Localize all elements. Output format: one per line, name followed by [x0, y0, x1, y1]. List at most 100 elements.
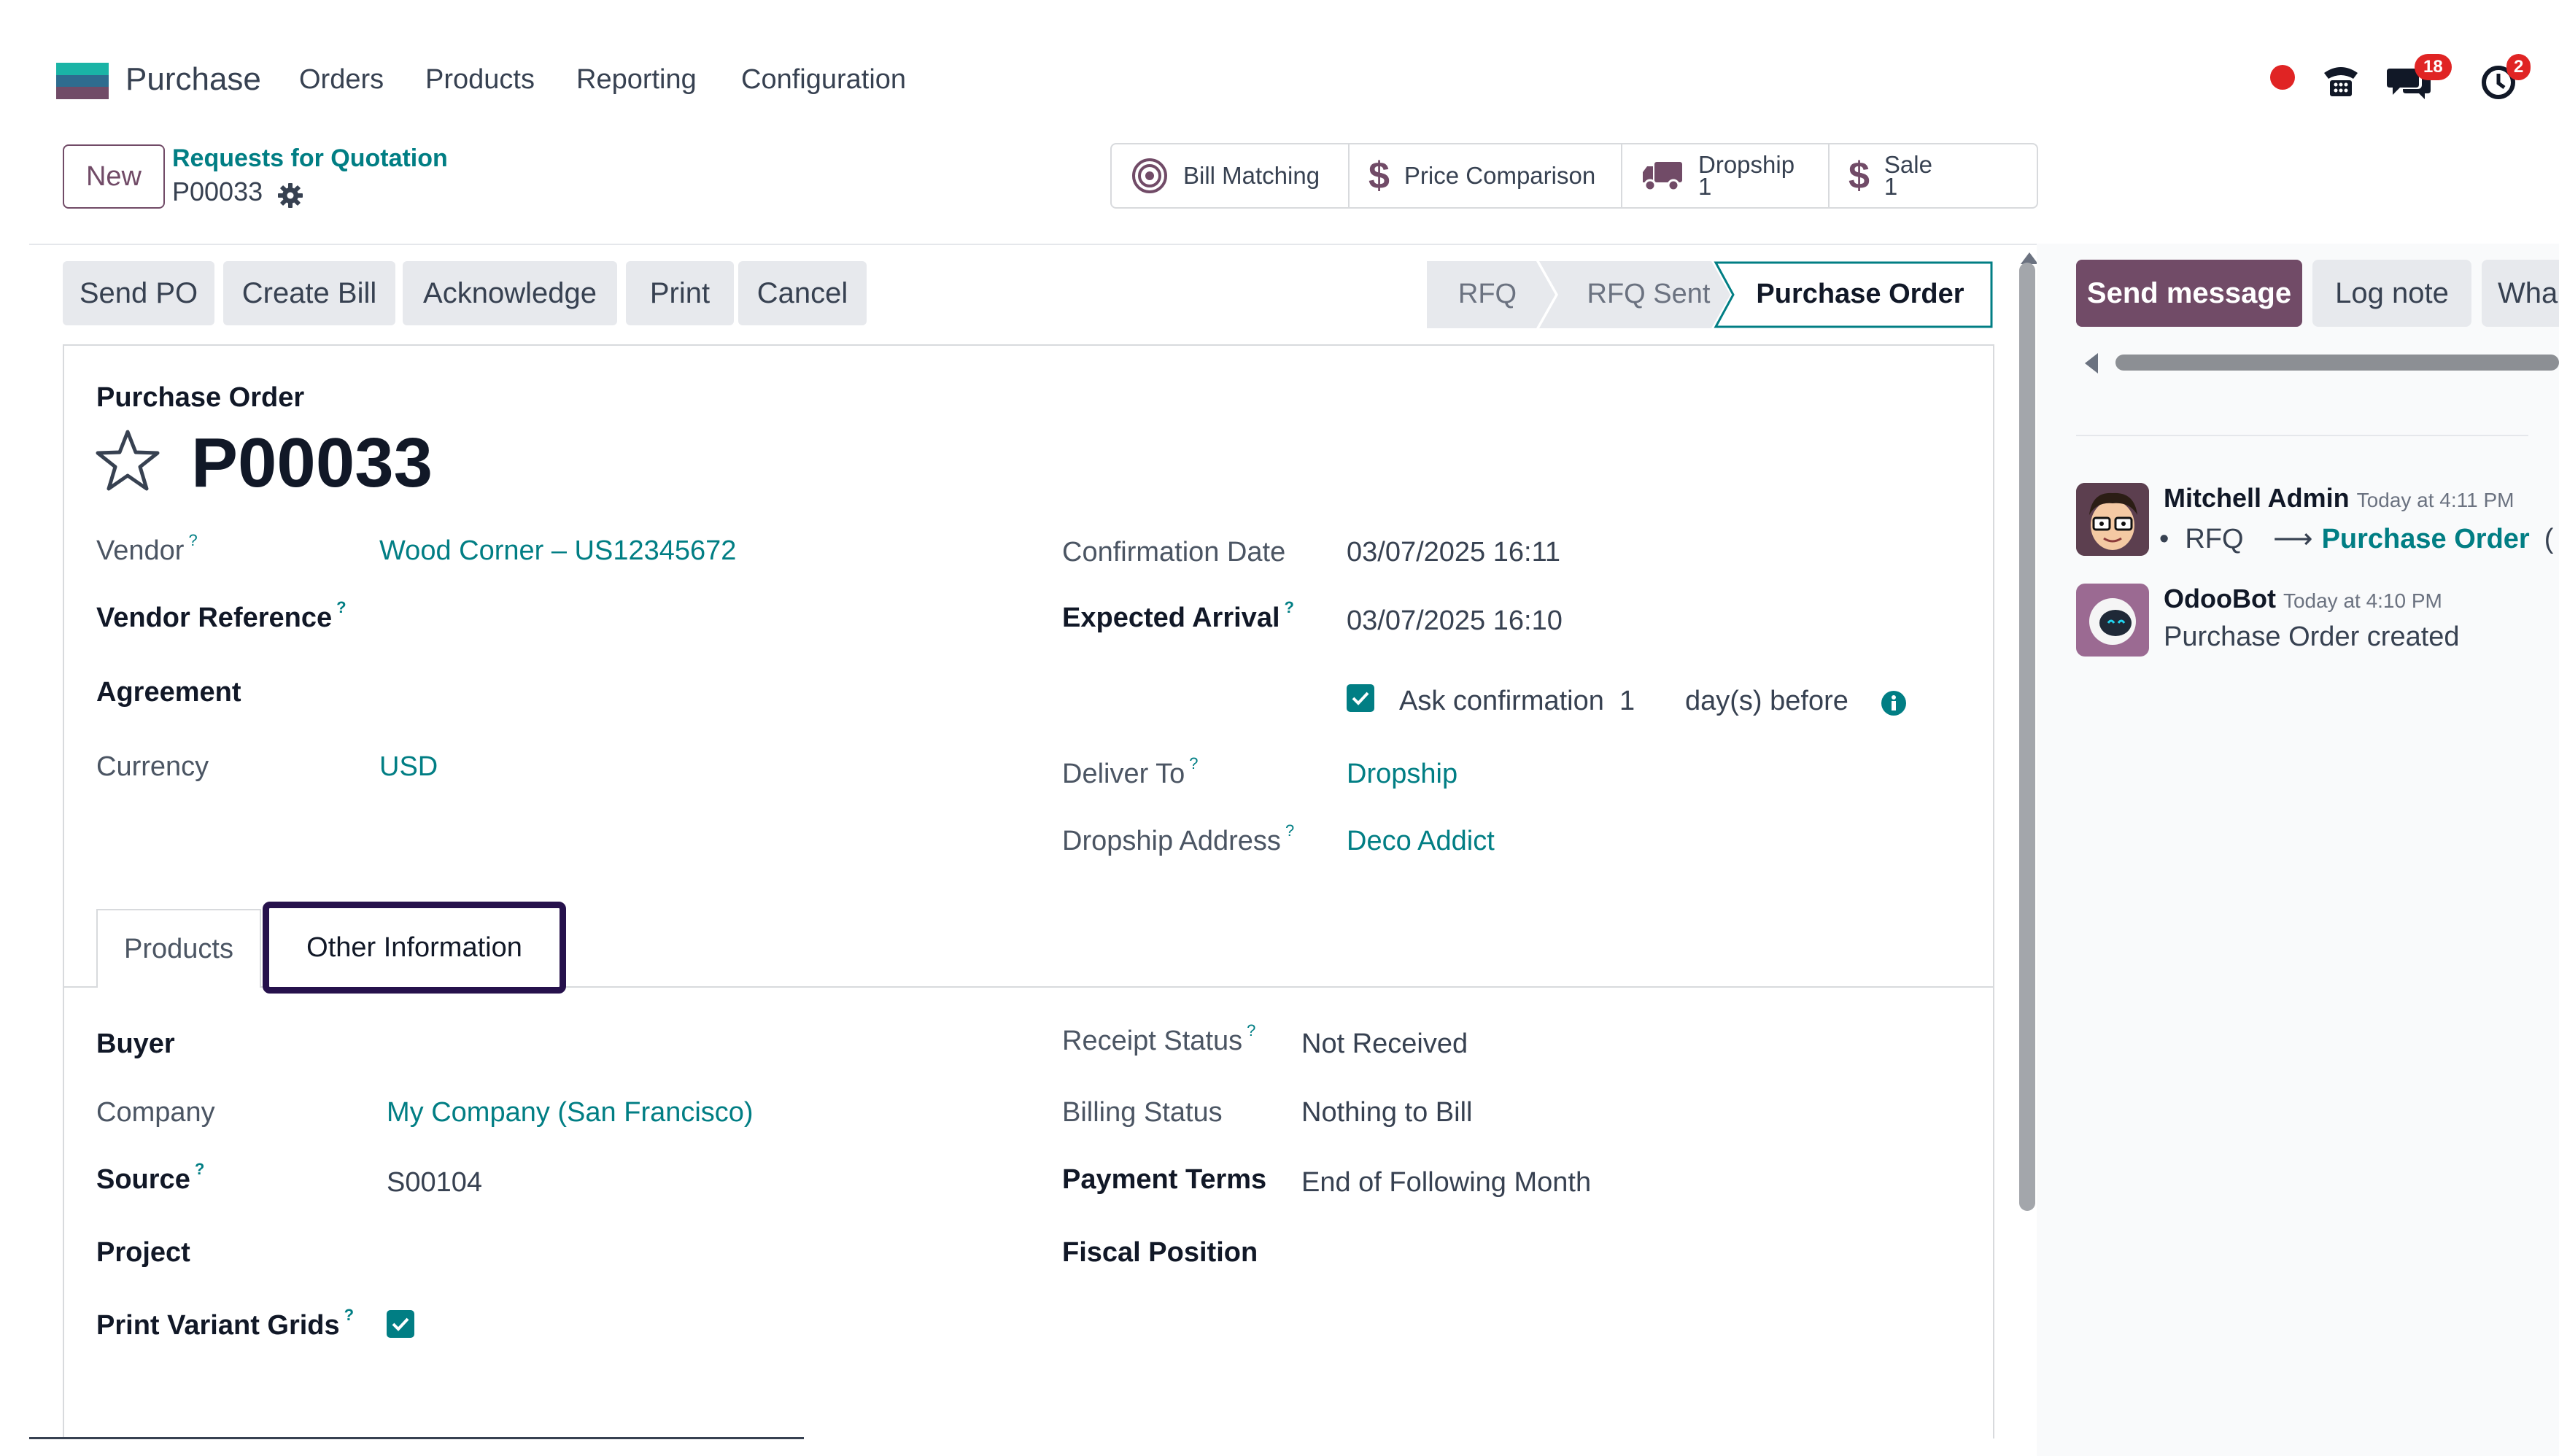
expected-arrival-field[interactable]: 03/07/2025 16:10	[1347, 605, 1563, 637]
new-button[interactable]: New	[63, 144, 165, 209]
arrow-right-icon: ⟶	[2273, 524, 2313, 554]
gear-icon[interactable]	[277, 182, 303, 209]
dropship-address-field[interactable]: Deco Addict	[1347, 826, 1495, 857]
stage-purchase-order[interactable]: Purchase Order	[1751, 261, 1970, 327]
stage-rfq-sent[interactable]: RFQ Sent	[1568, 261, 1729, 327]
tracking-line: • RFQ ⟶ Purchase Order(	[2159, 524, 2554, 554]
purchase-app-icon	[56, 63, 109, 99]
vendor-reference-label: Vendor Reference?	[96, 598, 347, 633]
deliver-to-field[interactable]: Dropship	[1347, 759, 1457, 790]
buyer-label: Buyer	[96, 1029, 175, 1059]
form-sheet	[63, 344, 1994, 1438]
print-variant-grids-label: Print Variant Grids?	[96, 1306, 355, 1341]
bill-matching-button[interactable]: Bill Matching	[1112, 144, 1350, 207]
message-time: Today at 4:10 PM	[2283, 589, 2442, 612]
chatter-panel	[2037, 244, 2559, 1456]
recording-indicator-icon[interactable]	[2270, 65, 2295, 90]
message-author[interactable]: OdooBot Today at 4:10 PM	[2164, 584, 2442, 614]
receipt-status-field: Not Received	[1301, 1029, 1468, 1059]
project-label: Project	[96, 1237, 190, 1268]
vendor-reference-field[interactable]	[379, 598, 963, 639]
expected-arrival-label: Expected Arrival?	[1062, 598, 1294, 633]
fiscal-position-label: Fiscal Position	[1062, 1237, 1258, 1268]
avatar[interactable]	[2076, 483, 2149, 556]
check-icon	[1352, 692, 1369, 705]
vendor-field[interactable]: Wood Corner – US12345672	[379, 535, 736, 567]
chatter-divider	[2076, 435, 2528, 436]
payment-terms-field[interactable]: End of Following Month	[1301, 1167, 1591, 1199]
log-note-button[interactable]: Log note	[2312, 260, 2471, 327]
message-author[interactable]: Mitchell Admin Today at 4:11 PM	[2164, 483, 2515, 514]
confirmation-date-field[interactable]: 03/07/2025 16:11	[1347, 537, 1560, 568]
bottom-divider	[29, 1437, 804, 1439]
company-label: Company	[96, 1097, 215, 1128]
scroll-left-icon[interactable]	[2085, 353, 2098, 373]
menu-orders[interactable]: Orders	[299, 64, 384, 96]
tracking-to: Purchase Order	[2321, 524, 2530, 554]
send-po-button[interactable]: Send PO	[63, 261, 214, 325]
app-name[interactable]: Purchase	[125, 61, 261, 98]
dollar-icon: $	[1848, 155, 1870, 197]
company-field[interactable]: My Company (San Francisco)	[387, 1097, 754, 1128]
print-button[interactable]: Print	[626, 261, 734, 325]
menu-configuration[interactable]: Configuration	[741, 64, 906, 96]
acknowledge-button[interactable]: Acknowledge	[403, 261, 617, 325]
project-field[interactable]	[387, 1233, 970, 1274]
currency-field[interactable]: USD	[379, 751, 438, 783]
agreement-label: Agreement	[96, 677, 241, 708]
cancel-button[interactable]: Cancel	[738, 261, 867, 325]
create-bill-button[interactable]: Create Bill	[223, 261, 395, 325]
source-label: Source?	[96, 1160, 205, 1195]
agreement-field[interactable]	[379, 673, 963, 713]
tab-products[interactable]: Products	[96, 909, 261, 988]
stage-rfq[interactable]: RFQ	[1427, 261, 1548, 327]
price-comparison-label: Price Comparison	[1404, 162, 1596, 189]
dropship-button[interactable]: Dropship 1	[1622, 144, 1830, 207]
buyer-field[interactable]	[387, 1024, 970, 1065]
currency-label: Currency	[96, 751, 209, 782]
print-variant-grids-checkbox[interactable]	[387, 1310, 414, 1338]
vendor-label: Vendor?	[96, 531, 198, 566]
ask-confirmation-days[interactable]: 1	[1619, 686, 1635, 717]
message-body: Purchase Order created	[2164, 621, 2460, 652]
receipt-status-label: Receipt Status?	[1062, 1021, 1256, 1056]
form-scrollbar[interactable]	[2019, 263, 2035, 1211]
dropship-count: 1	[1698, 173, 1712, 200]
ask-confirmation-suffix: day(s) before	[1685, 686, 1848, 716]
doc-type-label: Purchase Order	[96, 382, 305, 413]
price-comparison-button[interactable]: $ Price Comparison	[1350, 144, 1622, 207]
sale-count: 1	[1884, 173, 1898, 200]
messages-badge: 18	[2415, 54, 2452, 80]
menu-products[interactable]: Products	[425, 64, 535, 96]
avatar[interactable]	[2076, 584, 2149, 657]
payment-terms-label: Payment Terms	[1062, 1164, 1267, 1195]
whatsapp-button[interactable]: Wha	[2482, 260, 2559, 327]
ask-confirmation-label: Ask confirmation	[1399, 686, 1604, 716]
smart-buttons: Bill Matching $ Price Comparison Dropshi…	[1110, 143, 2038, 209]
record-name[interactable]: P00033	[191, 423, 433, 503]
confirmation-date-label: Confirmation Date	[1062, 537, 1286, 568]
dropship-label: Dropship	[1698, 151, 1795, 178]
source-field[interactable]: S00104	[387, 1167, 482, 1199]
fiscal-position-field[interactable]	[1301, 1233, 1885, 1274]
tracking-from: RFQ	[2185, 524, 2244, 554]
target-icon	[1132, 158, 1167, 193]
tab-other-information[interactable]: Other Information	[263, 902, 566, 994]
billing-status-label: Billing Status	[1062, 1097, 1223, 1128]
deliver-to-label: Deliver To?	[1062, 754, 1199, 789]
dollar-icon: $	[1368, 155, 1390, 197]
star-icon[interactable]	[95, 429, 160, 492]
message-time: Today at 4:11 PM	[2356, 489, 2515, 511]
bill-matching-label: Bill Matching	[1183, 162, 1320, 189]
mitchell-admin-avatar-icon	[2076, 483, 2149, 556]
chatter-hscrollbar[interactable]	[2115, 355, 2559, 371]
info-icon[interactable]	[1881, 690, 1907, 716]
ask-confirmation-checkbox[interactable]	[1347, 684, 1374, 712]
menu-reporting[interactable]: Reporting	[576, 64, 697, 96]
phone-icon[interactable]	[2321, 63, 2361, 98]
billing-status-field: Nothing to Bill	[1301, 1097, 1473, 1128]
sale-button[interactable]: $ Sale 1	[1830, 144, 2037, 207]
breadcrumb-parent[interactable]: Requests for Quotation	[172, 144, 448, 173]
truck-icon	[1643, 162, 1682, 192]
send-message-button[interactable]: Send message	[2076, 260, 2302, 327]
